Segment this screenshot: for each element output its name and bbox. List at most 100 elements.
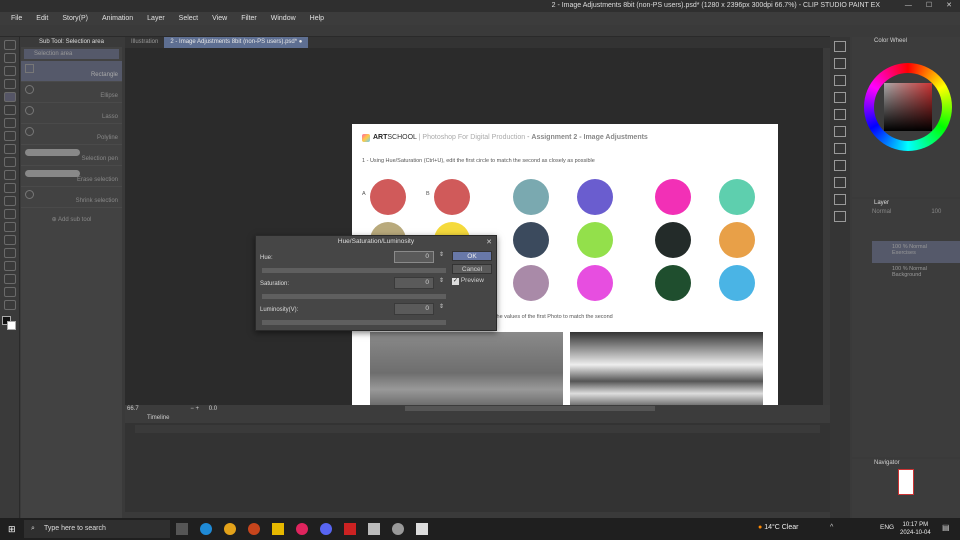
hand-tool-icon[interactable]	[4, 53, 16, 63]
menu-layer[interactable]: Layer	[140, 12, 172, 25]
panel-icon[interactable]	[834, 177, 846, 188]
fill-tool-icon[interactable]	[4, 222, 16, 232]
zoom-in-button[interactable]: +	[196, 406, 200, 412]
magic-wand-icon[interactable]	[4, 105, 16, 115]
menu-file[interactable]: File	[4, 12, 29, 25]
opacity-value[interactable]: 100	[931, 209, 941, 215]
panel-icon[interactable]	[834, 211, 846, 222]
taskbar-search[interactable]: ⌕ Type here to search	[24, 520, 170, 538]
panel-icon[interactable]	[834, 126, 846, 137]
move-tool-icon[interactable]	[4, 79, 16, 89]
subtool-rectangle[interactable]: Rectangle	[21, 61, 122, 82]
saturation-slider[interactable]	[262, 294, 446, 299]
pencil-tool-icon[interactable]	[4, 144, 16, 154]
notifications-icon[interactable]: ▤	[942, 523, 950, 532]
maximize-button[interactable]: ☐	[926, 0, 932, 12]
clock[interactable]: 10:17 PM 2024-10-04	[900, 521, 931, 537]
operation-tool-icon[interactable]	[4, 66, 16, 76]
luminosity-slider[interactable]	[262, 320, 446, 325]
tab-illustration[interactable]: Illustration	[125, 37, 164, 48]
menu-help[interactable]: Help	[303, 12, 331, 25]
app-icon[interactable]	[368, 523, 380, 535]
hue-input[interactable]: 0	[394, 251, 434, 263]
brush-tool-icon[interactable]	[4, 157, 16, 167]
navigator-preview[interactable]	[898, 469, 914, 495]
sub-tool-group[interactable]: Selection area	[24, 49, 119, 59]
panel-icon[interactable]	[834, 194, 846, 205]
eyedropper-icon[interactable]	[4, 118, 16, 128]
panel-icon[interactable]	[834, 109, 846, 120]
rotation-angle[interactable]: 0.0	[209, 406, 217, 412]
file-explorer-icon[interactable]	[272, 523, 284, 535]
layer-item-exercises[interactable]: 100 % Normal Exercises	[872, 241, 960, 263]
subtool-ellipse[interactable]: Ellipse	[21, 82, 122, 103]
close-button[interactable]: ✕	[946, 0, 952, 12]
task-view-icon[interactable]	[176, 523, 188, 535]
pinterest-icon[interactable]	[296, 523, 308, 535]
weather-widget[interactable]: ● 14°C Clear	[758, 524, 799, 531]
blend-mode-select[interactable]: Normal	[872, 209, 891, 215]
tab-image-adjustments[interactable]: 2 - Image Adjustments 8bit (non-PS users…	[164, 37, 309, 48]
luminosity-spinner-icon[interactable]: ⇕	[439, 303, 444, 310]
gradient-tool-icon[interactable]	[4, 235, 16, 245]
tray-chevron-icon[interactable]: ^	[830, 524, 833, 531]
discord-icon[interactable]	[320, 523, 332, 535]
selection-tool-icon[interactable]	[4, 92, 16, 102]
canvas-area[interactable]: ARTSCHOOL | Photoshop For Digital Produc…	[125, 48, 828, 405]
menu-story[interactable]: Story(P)	[55, 12, 95, 25]
subtool-erase-selection[interactable]: Erase selection	[21, 166, 122, 187]
saturation-input[interactable]: 0	[394, 277, 434, 289]
app-icon[interactable]	[248, 523, 260, 535]
figure-tool-icon[interactable]	[4, 248, 16, 258]
blend-tool-icon[interactable]	[4, 209, 16, 219]
airbrush-tool-icon[interactable]	[4, 170, 16, 180]
menu-select[interactable]: Select	[172, 12, 205, 25]
ruler-tool-icon[interactable]	[4, 300, 16, 310]
menu-filter[interactable]: Filter	[234, 12, 264, 25]
menu-window[interactable]: Window	[264, 12, 303, 25]
add-sub-tool-button[interactable]: ⊕ Add sub tool	[21, 216, 122, 223]
text-tool-icon[interactable]	[4, 274, 16, 284]
hue-spinner-icon[interactable]: ⇕	[439, 251, 444, 258]
vertical-scrollbar[interactable]	[823, 48, 828, 405]
color-swatches[interactable]	[2, 316, 16, 330]
panel-icon[interactable]	[834, 58, 846, 69]
subtool-lasso[interactable]: Lasso	[21, 103, 122, 124]
panel-icon[interactable]	[834, 92, 846, 103]
subtool-shrink-selection[interactable]: Shrink selection	[21, 187, 122, 208]
layer-tab[interactable]: Layer	[852, 199, 960, 207]
ok-button[interactable]: OK	[452, 251, 492, 261]
minimize-button[interactable]: —	[905, 0, 912, 12]
saturation-spinner-icon[interactable]: ⇕	[439, 277, 444, 284]
layer-item-background[interactable]: 100 % Normal Background	[872, 263, 960, 285]
menu-animation[interactable]: Animation	[95, 12, 140, 25]
decoration-tool-icon[interactable]	[4, 183, 16, 193]
eraser-tool-icon[interactable]	[4, 196, 16, 206]
frame-tool-icon[interactable]	[4, 261, 16, 271]
color-wheel[interactable]	[864, 63, 952, 151]
language-indicator[interactable]: ENG	[880, 524, 894, 531]
menu-edit[interactable]: Edit	[29, 12, 55, 25]
zoom-level[interactable]: 66.7	[127, 406, 139, 412]
panel-icon[interactable]	[834, 75, 846, 86]
horizontal-scrollbar[interactable]	[405, 406, 655, 411]
pen-tool-icon[interactable]	[4, 131, 16, 141]
zoom-tool-icon[interactable]	[4, 40, 16, 50]
luminosity-input[interactable]: 0	[394, 303, 434, 315]
subtool-polyline[interactable]: Polyline	[21, 124, 122, 145]
panel-icon[interactable]	[834, 143, 846, 154]
cancel-button[interactable]: Cancel	[452, 264, 492, 274]
zoom-out-button[interactable]: −	[190, 406, 194, 412]
edge-icon[interactable]	[200, 523, 212, 535]
panel-icon[interactable]	[834, 160, 846, 171]
subtool-selection-pen[interactable]: Selection pen	[21, 145, 122, 166]
clip-studio-icon[interactable]	[416, 523, 428, 535]
menu-view[interactable]: View	[205, 12, 234, 25]
close-tab-icon[interactable]: ●	[299, 39, 303, 45]
dialog-close-icon[interactable]: ✕	[486, 238, 492, 246]
app-icon[interactable]	[344, 523, 356, 535]
balloon-tool-icon[interactable]	[4, 287, 16, 297]
hue-slider[interactable]	[262, 268, 446, 273]
preview-checkbox[interactable]: ✓ Preview	[452, 277, 484, 285]
chrome-icon[interactable]	[224, 523, 236, 535]
